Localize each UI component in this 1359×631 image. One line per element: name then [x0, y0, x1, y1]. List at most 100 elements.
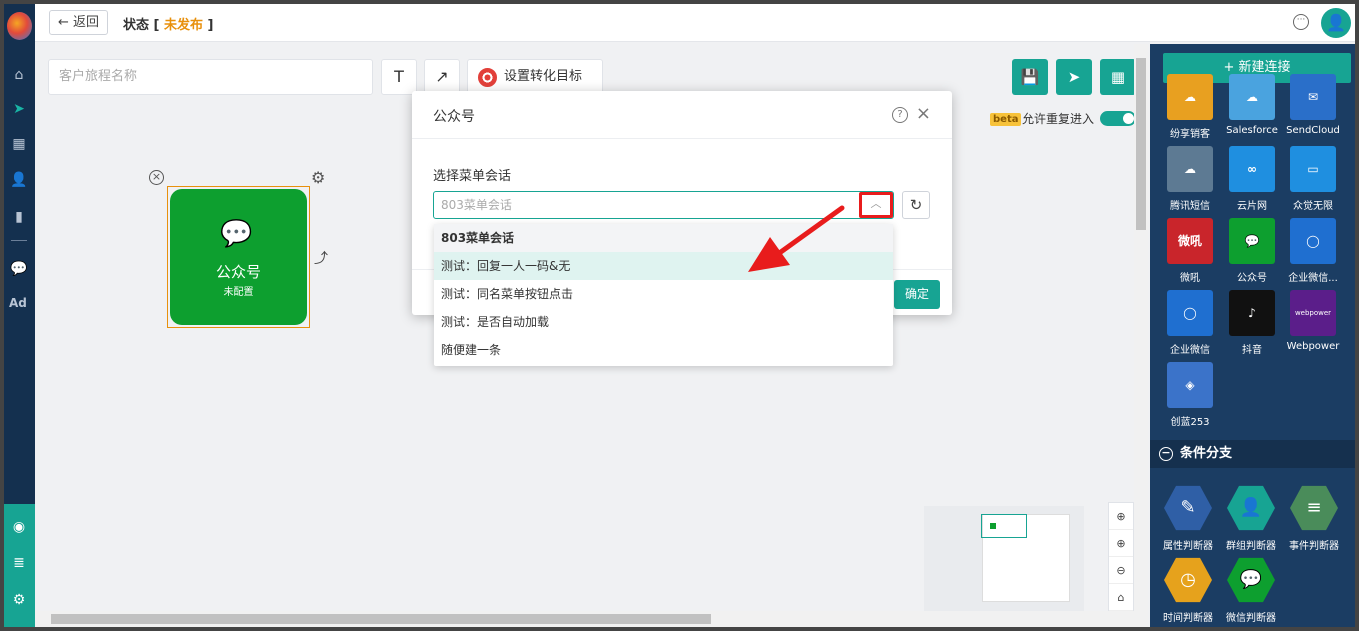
- status-label: 状态 [ 未发布 ]: [123, 14, 213, 33]
- minimap[interactable]: [924, 506, 1084, 613]
- fit-view-icon[interactable]: ⌂: [1109, 584, 1133, 611]
- layout-button[interactable]: ▦: [1100, 59, 1136, 95]
- ad-icon[interactable]: Ad: [9, 296, 27, 310]
- node-settings-icon[interactable]: ⚙: [311, 168, 325, 187]
- allow-repeat-toggle[interactable]: [1100, 111, 1136, 126]
- branch-tile-label: 属性判断器: [1163, 541, 1213, 552]
- connector-tile[interactable]: ∞ 云片网: [1222, 146, 1282, 212]
- journey-name-input[interactable]: 客户旅程名称: [48, 59, 373, 95]
- status-value: 未发布: [164, 18, 204, 33]
- dropdown-group-label: 803菜单会话: [434, 224, 893, 252]
- zoom-out-icon[interactable]: ⊖: [1109, 557, 1133, 584]
- wechat-icon: 💬: [220, 219, 253, 249]
- menu-session-select[interactable]: 803菜单会话: [433, 191, 894, 219]
- dropdown-option[interactable]: 随便建一条: [434, 336, 893, 364]
- server-icon[interactable]: ≣: [10, 554, 28, 572]
- connector-tile-label: 企业微信: [1170, 345, 1210, 356]
- branch-tile[interactable]: ✎ 属性判断器: [1158, 484, 1218, 552]
- publish-button[interactable]: ➤: [1056, 59, 1092, 95]
- minimap-viewport[interactable]: [981, 514, 1027, 538]
- confirm-button[interactable]: 确定: [894, 280, 940, 309]
- vertical-scroll-thumb[interactable]: [1136, 58, 1146, 230]
- connector-tile[interactable]: ♪ 抖音: [1222, 290, 1282, 356]
- branch-tile[interactable]: 💬 微信判断器: [1221, 556, 1281, 624]
- connector-tile[interactable]: ▭ 众觉无限: [1283, 146, 1343, 212]
- message-icon[interactable]: ···: [1293, 14, 1309, 30]
- zoom-in-icon[interactable]: ⊕: [1109, 530, 1133, 557]
- locate-icon[interactable]: ⊕: [1109, 503, 1133, 530]
- connector-tile-icon: ◯: [1167, 290, 1213, 336]
- connector-tile[interactable]: ◯ 企业微信...: [1283, 218, 1343, 284]
- branch-tile[interactable]: ≡ 事件判断器: [1284, 484, 1344, 552]
- dialog-header: 公众号 ? ×: [412, 91, 952, 139]
- horizontal-scrollbar[interactable]: [35, 611, 1134, 627]
- settings-icon[interactable]: ⚙: [10, 591, 28, 609]
- connector-tile-icon: ◯: [1290, 218, 1336, 264]
- send-icon[interactable]: ➤: [10, 100, 28, 118]
- connector-tile[interactable]: ☁ 腾讯短信: [1160, 146, 1220, 212]
- connector-tile-label: 创蓝253: [1170, 417, 1210, 428]
- refresh-button[interactable]: ↻: [902, 191, 930, 219]
- node-title: 公众号: [215, 263, 261, 281]
- node-delete-icon[interactable]: ×: [149, 170, 164, 185]
- back-button[interactable]: ← 返回: [49, 10, 109, 35]
- dropdown-option[interactable]: 测试：回复一人一码&无: [434, 252, 893, 280]
- branch-tile-icon: ◷: [1164, 557, 1212, 603]
- connector-tile-label: Webpower: [1286, 341, 1340, 352]
- dialog-title: 公众号: [433, 109, 475, 125]
- branch-tile[interactable]: 👤 群组判断器: [1221, 484, 1281, 552]
- collapse-icon[interactable]: −: [1159, 447, 1173, 461]
- connector-tile[interactable]: webpower Webpower: [1283, 290, 1343, 352]
- dropdown-option[interactable]: 测试：同名菜单按钮点击: [434, 280, 893, 308]
- connector-tile[interactable]: 💬 公众号: [1222, 218, 1282, 284]
- wechat-icon[interactable]: 💬: [10, 260, 28, 278]
- connector-tile[interactable]: ◈ 创蓝253: [1160, 362, 1220, 428]
- connector-tile-icon: 微吼: [1167, 218, 1213, 264]
- layout-icon[interactable]: ▦: [10, 135, 28, 153]
- connector-tile[interactable]: ✉ SendCloud: [1283, 74, 1343, 136]
- help-icon[interactable]: ?: [892, 107, 908, 123]
- condition-branch-header[interactable]: − 条件分支: [1150, 440, 1355, 468]
- connector-tile[interactable]: ☁ 纷享销客: [1160, 74, 1220, 140]
- connector-handle-icon[interactable]: ⤴: [314, 248, 328, 268]
- horizontal-scroll-thumb[interactable]: [51, 614, 711, 624]
- menu-session-dropdown: 803菜单会话 测试：回复一人一码&无 测试：同名菜单按钮点击 测试：是否自动加…: [434, 224, 893, 366]
- connector-tile-label: 抖音: [1242, 345, 1262, 356]
- left-nav: ⌂ ➤ ▦ 👤 ▮ 💬 Ad ◉ ≣ ⚙: [4, 4, 35, 627]
- close-icon[interactable]: ×: [916, 103, 931, 124]
- connector-tile-icon: 💬: [1229, 218, 1275, 264]
- text-tool-button[interactable]: T: [381, 59, 417, 95]
- top-bar: ← 返回 状态 [ 未发布 ] ··· 👤: [35, 4, 1355, 42]
- network-icon[interactable]: ◉: [10, 518, 28, 536]
- connector-tile[interactable]: 微吼 微吼: [1160, 218, 1220, 284]
- user-icon[interactable]: 👤: [10, 171, 28, 189]
- connector-tile-label: 腾讯短信: [1170, 201, 1210, 212]
- app-logo: [7, 12, 32, 40]
- set-conversion-goal-button[interactable]: 设置转化目标: [467, 59, 603, 95]
- branch-tile-label: 群组判断器: [1226, 541, 1276, 552]
- menu-session-label: 选择菜单会话: [433, 169, 512, 184]
- connector-tile[interactable]: ☁ Salesforce: [1222, 74, 1282, 136]
- branch-tile[interactable]: ◷ 时间判断器: [1158, 556, 1218, 624]
- zoom-controls: ⊕ ⊕ ⊖ ⌂: [1108, 502, 1134, 612]
- set-conversion-goal-label: 设置转化目标: [504, 69, 583, 84]
- connector-tile-icon: webpower: [1290, 290, 1336, 336]
- connector-tile-icon: ☁: [1167, 146, 1213, 192]
- chevron-up-icon[interactable]: ︿: [859, 192, 893, 218]
- chart-icon[interactable]: ▮: [10, 208, 28, 226]
- branch-tile-label: 时间判断器: [1163, 613, 1213, 624]
- dropdown-option[interactable]: 测试：是否自动加载: [434, 308, 893, 336]
- connector-tile-label: 纷享销客: [1170, 129, 1210, 140]
- connector-tile-icon: ♪: [1229, 290, 1275, 336]
- connector-tile[interactable]: ◯ 企业微信: [1160, 290, 1220, 356]
- avatar[interactable]: 👤: [1321, 8, 1351, 38]
- vertical-scrollbar[interactable]: [1134, 44, 1148, 627]
- app-window: ⌂ ➤ ▦ 👤 ▮ 💬 Ad ◉ ≣ ⚙ ← 返回 状态 [ 未发布 ] ···…: [4, 4, 1355, 627]
- journey-node-official-account[interactable]: 💬 公众号 未配置: [167, 186, 310, 328]
- home-icon[interactable]: ⌂: [10, 66, 28, 84]
- branch-tile-label: 微信判断器: [1226, 613, 1276, 624]
- save-button[interactable]: 💾: [1012, 59, 1048, 95]
- arrow-tool-button[interactable]: ↗: [424, 59, 460, 95]
- branch-tile-icon: 👤: [1227, 485, 1275, 531]
- connector-tile-icon: ◈: [1167, 362, 1213, 408]
